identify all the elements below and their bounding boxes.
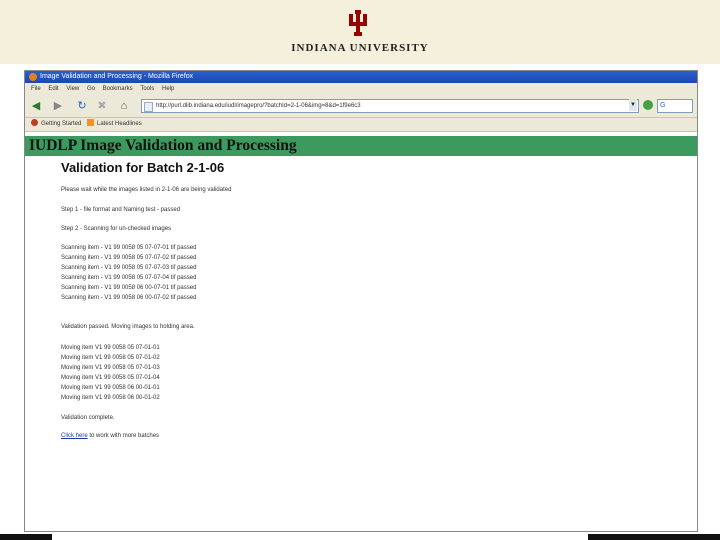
validation-passed-text: Validation passed. Moving images to hold… bbox=[61, 324, 195, 330]
menu-go[interactable]: Go bbox=[87, 83, 95, 95]
move-item: Moving item V1 99 0058 05 07-01-02 bbox=[61, 355, 160, 361]
browser-window: Image Validation and Processing - Mozill… bbox=[24, 70, 698, 532]
scan-result-item: Scanning item - V1 99 0058 05 07-07-02 t… bbox=[61, 255, 197, 261]
bookmark-latest-headlines[interactable]: Latest Headlines bbox=[87, 118, 142, 131]
firefox-icon bbox=[29, 73, 37, 81]
move-item: Moving item V1 99 0058 05 07-01-03 bbox=[61, 365, 160, 371]
reload-icon[interactable]: ↻ bbox=[75, 99, 89, 113]
step2-text: Step 2 - Scanning for un-checked images bbox=[61, 226, 172, 232]
move-item: Moving item V1 99 0058 06 00-01-01 bbox=[61, 385, 160, 391]
bookmark-label: Getting Started bbox=[41, 121, 82, 127]
move-item: Moving item V1 99 0058 06 00-01-02 bbox=[61, 395, 160, 401]
go-button-icon[interactable] bbox=[643, 100, 653, 110]
menu-bookmarks[interactable]: Bookmarks bbox=[103, 83, 133, 95]
move-item: Moving item V1 99 0058 05 07-01-04 bbox=[61, 375, 160, 381]
getting-started-icon bbox=[31, 119, 38, 126]
window-titlebar: Image Validation and Processing - Mozill… bbox=[25, 71, 697, 83]
validation-complete-text: Validation complete. bbox=[61, 415, 115, 421]
bookmark-getting-started[interactable]: Getting Started bbox=[31, 118, 81, 131]
link-suffix-text: to work with more batches bbox=[87, 433, 160, 439]
university-name: INDIANA UNIVERSITY bbox=[291, 42, 429, 54]
more-batches-line: Click here to work with more batches bbox=[61, 432, 159, 440]
bottom-right-bar bbox=[588, 534, 720, 540]
stop-icon[interactable]: ✖ bbox=[95, 99, 109, 113]
home-icon[interactable]: ⌂ bbox=[117, 99, 131, 113]
forward-arrow-icon[interactable]: ▶ bbox=[51, 99, 65, 113]
click-here-link[interactable]: Click here bbox=[61, 433, 88, 439]
menu-view[interactable]: View bbox=[66, 83, 79, 95]
menu-bar: File Edit View Go Bookmarks Tools Help bbox=[25, 83, 697, 95]
scan-result-item: Scanning item - V1 99 0058 05 07-07-03 t… bbox=[61, 265, 197, 271]
page-icon bbox=[144, 102, 153, 112]
bookmark-label: Latest Headlines bbox=[97, 121, 142, 127]
menu-tools[interactable]: Tools bbox=[140, 83, 154, 95]
back-arrow-icon[interactable]: ◀ bbox=[29, 99, 43, 113]
app-title: IUDLP Image Validation and Processing bbox=[29, 137, 297, 154]
batch-title: Validation for Batch 2-1-06 bbox=[61, 160, 225, 175]
iu-trident-logo-icon bbox=[349, 10, 367, 36]
app-header-bar: IUDLP Image Validation and Processing bbox=[25, 136, 697, 156]
address-bar[interactable]: http://purl.dlib.indiana.edu/iudl/imagep… bbox=[141, 99, 639, 113]
window-title: Image Validation and Processing - Mozill… bbox=[40, 73, 194, 80]
menu-file[interactable]: File bbox=[31, 83, 41, 95]
scan-result-item: Scanning item - V1 99 0058 06 00-07-01 t… bbox=[61, 285, 197, 291]
bookmarks-toolbar: Getting Started Latest Headlines bbox=[25, 118, 697, 132]
menu-edit[interactable]: Edit bbox=[48, 83, 58, 95]
rss-feed-icon bbox=[87, 119, 94, 126]
scan-result-item: Scanning item - V1 99 0058 05 07-07-04 t… bbox=[61, 275, 197, 281]
iu-banner: INDIANA UNIVERSITY bbox=[0, 0, 720, 64]
scan-result-item: Scanning item - V1 99 0058 05 07-07-01 t… bbox=[61, 245, 197, 251]
menu-help[interactable]: Help bbox=[162, 83, 174, 95]
bottom-left-bar bbox=[0, 534, 52, 540]
navigation-toolbar: ◀ ▶ ↻ ✖ ⌂ http://purl.dlib.indiana.edu/i… bbox=[25, 95, 697, 118]
move-item: Moving item V1 99 0058 05 07-01-01 bbox=[61, 345, 160, 351]
intro-text: Please wait while the images listed in 2… bbox=[61, 187, 232, 193]
url-dropdown-icon[interactable]: ▼ bbox=[629, 99, 637, 111]
step1-text: Step 1 - file format and Naming test - p… bbox=[61, 207, 181, 213]
url-text: http://purl.dlib.indiana.edu/iudl/imagep… bbox=[156, 103, 361, 109]
scan-result-item: Scanning item - V1 99 0058 06 00-07-02 t… bbox=[61, 295, 197, 301]
page-content: IUDLP Image Validation and Processing Va… bbox=[25, 132, 697, 531]
search-box[interactable]: G bbox=[657, 99, 693, 113]
